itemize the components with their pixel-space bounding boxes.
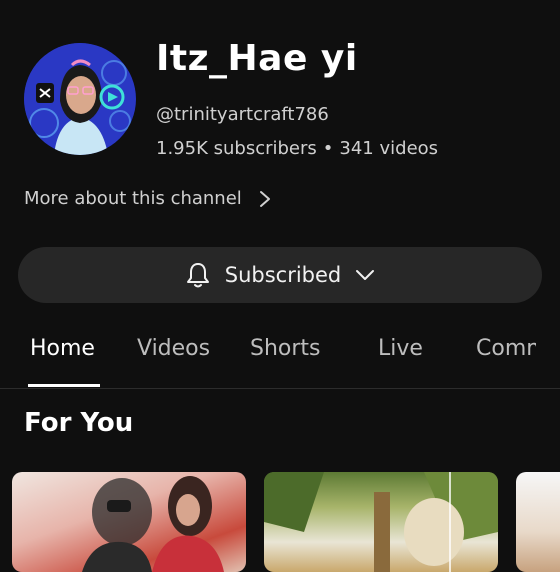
subscribed-button[interactable]: Subscribed xyxy=(18,247,542,303)
channel-handle: @trinityartcraft786 xyxy=(156,104,329,125)
more-about-label: More about this channel xyxy=(24,188,242,209)
section-title: For You xyxy=(24,408,134,438)
tab-videos[interactable]: Videos xyxy=(137,336,210,361)
bell-icon xyxy=(186,263,209,288)
channel-stats: 1.95K subscribers • 341 videos xyxy=(156,138,438,159)
tab-shorts[interactable]: Shorts xyxy=(250,336,321,361)
more-about-channel-link[interactable]: More about this channel xyxy=(24,188,272,209)
video-thumbnail[interactable] xyxy=(516,472,560,572)
tab-home[interactable]: Home xyxy=(30,336,95,361)
channel-avatar[interactable] xyxy=(24,43,136,155)
subscribed-label: Subscribed xyxy=(224,263,342,287)
chevron-down-icon xyxy=(356,270,375,280)
active-tab-indicator xyxy=(28,384,100,387)
tab-live[interactable]: Live xyxy=(378,336,423,361)
tab-community[interactable]: Comm xyxy=(476,336,536,361)
channel-name: Itz_Hae yi xyxy=(156,38,358,79)
video-count: 341 videos xyxy=(339,138,439,159)
stats-separator: • xyxy=(322,138,334,159)
video-thumbnail[interactable] xyxy=(264,472,498,572)
chevron-right-icon xyxy=(259,190,270,207)
video-thumbnail[interactable] xyxy=(12,472,246,572)
subscriber-count: 1.95K subscribers xyxy=(156,138,317,159)
channel-tabs: Home Videos Shorts Live Comm xyxy=(0,320,560,389)
